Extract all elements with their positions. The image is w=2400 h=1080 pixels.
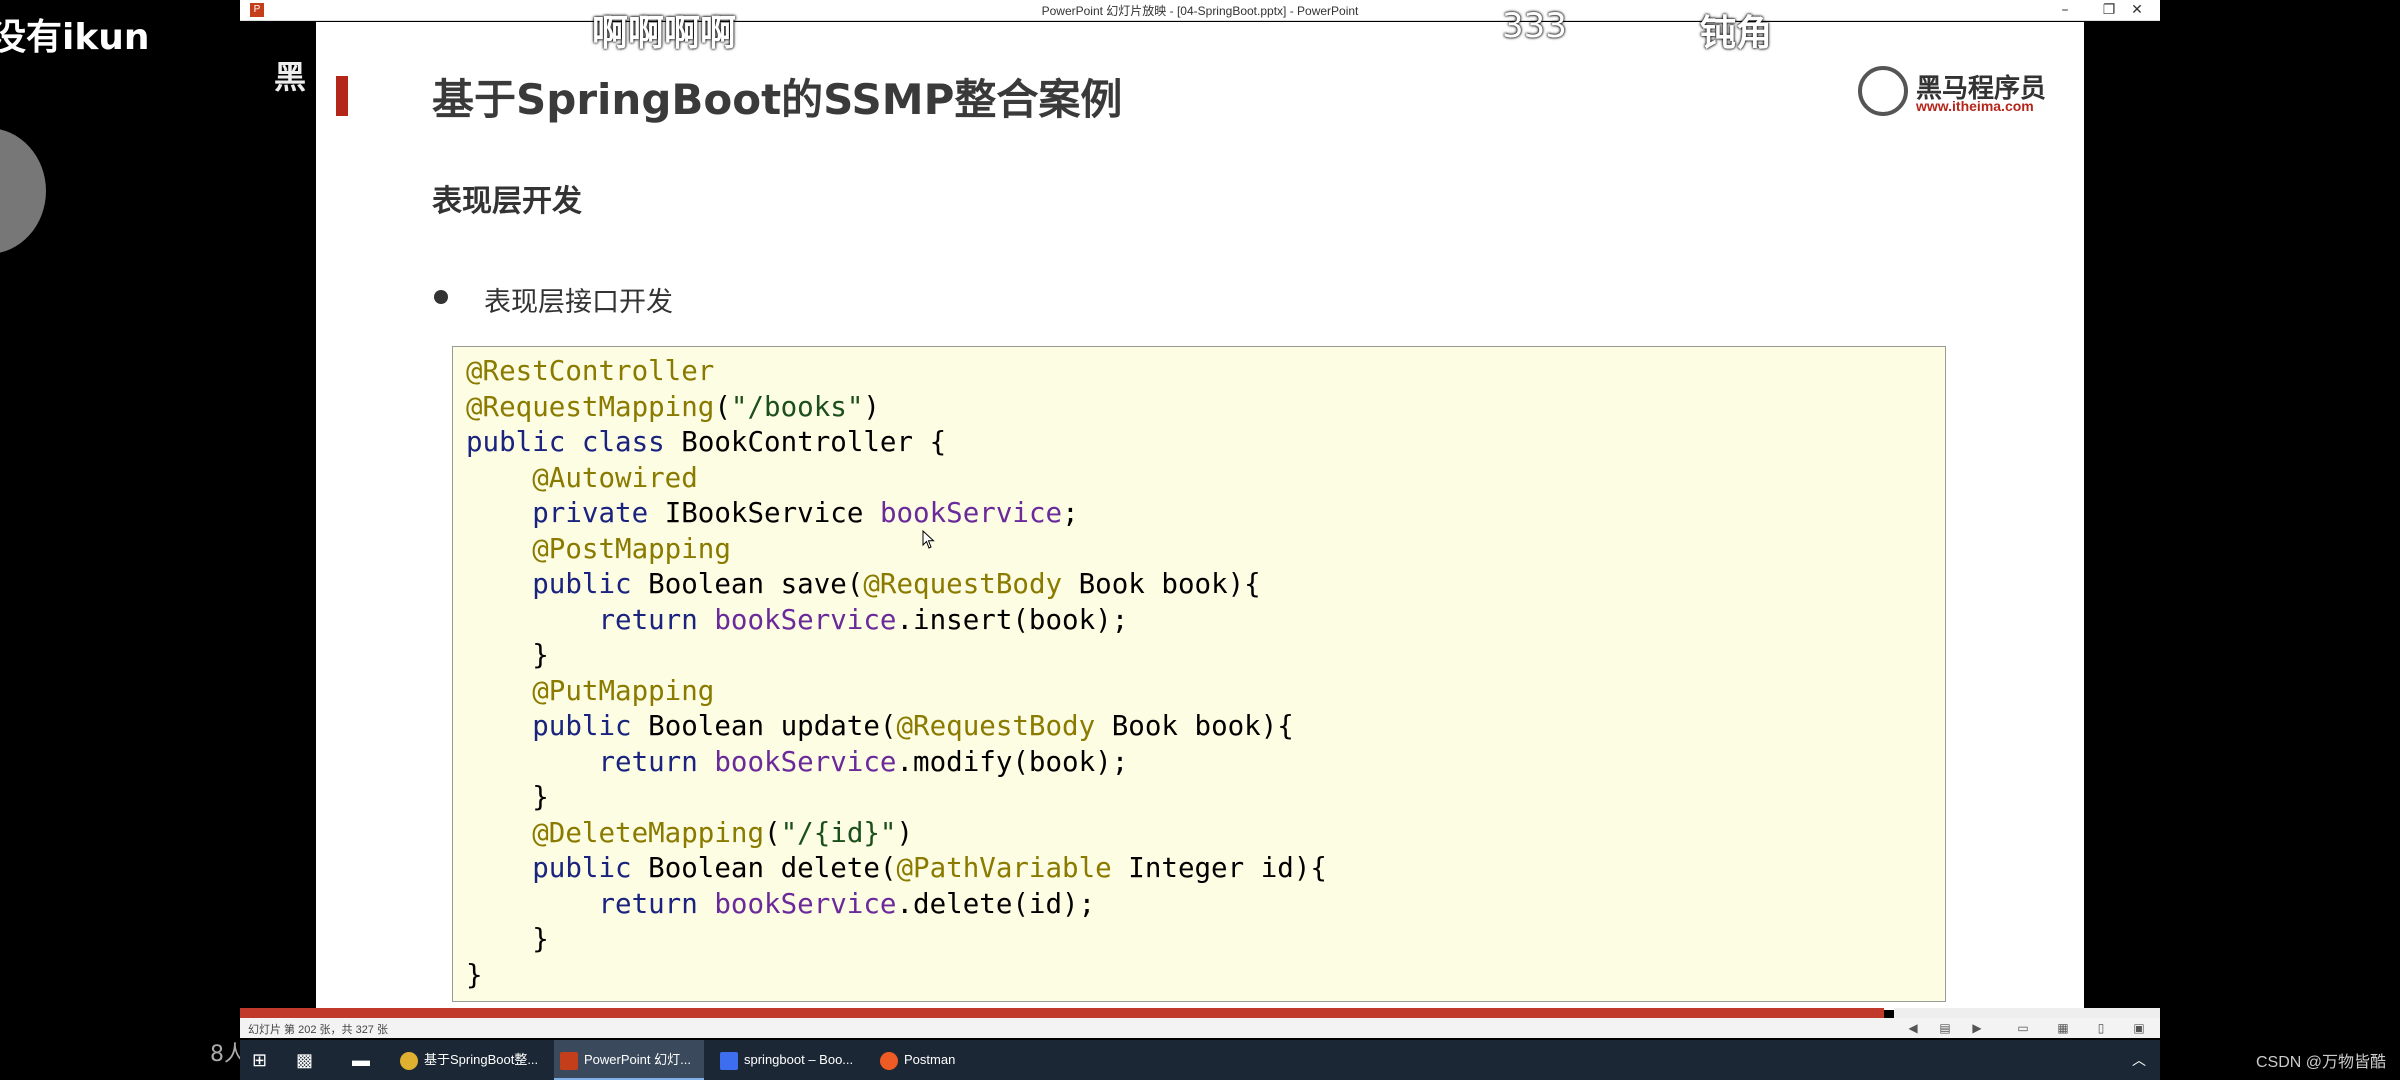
slide-sorter-icon[interactable]: ▦: [2056, 1021, 2070, 1035]
danmaku-3: 钝角: [1700, 13, 1773, 54]
start-button[interactable]: ⊞: [252, 1040, 276, 1080]
close-button[interactable]: ✕: [2114, 0, 2160, 20]
code-line: @RequestMapping("/books"): [466, 390, 880, 423]
section-heading: 表现层开发: [432, 184, 582, 219]
reading-view-icon[interactable]: ▯: [2094, 1021, 2108, 1035]
code-line: public Boolean save(@RequestBody Book bo…: [532, 568, 1261, 600]
mouse-cursor-icon: [922, 530, 935, 549]
slide-progress-bar: [240, 1008, 1884, 1018]
code-line: return bookService.insert(book);: [598, 603, 1129, 636]
slide-title: 基于SpringBoot的SSMP整合案例: [432, 75, 1123, 124]
watermark: CSDN @万物皆酷: [2255, 1054, 2386, 1071]
slide-progress-track: [1894, 1008, 2160, 1018]
normal-view-icon[interactable]: ▭: [2016, 1021, 2030, 1035]
code-line: }: [466, 923, 549, 955]
bullet-text: 表现层接口开发: [484, 287, 673, 318]
code-line: @PostMapping: [532, 532, 731, 565]
code-line: @Autowired: [532, 461, 698, 494]
avatar: [0, 128, 46, 254]
previous-slide-icon[interactable]: ◀: [1906, 1021, 1920, 1035]
code-line: }: [466, 639, 549, 671]
code-listing: @RestController @RequestMapping("/books")…: [466, 354, 1327, 993]
slideshow-icon[interactable]: ▣: [2132, 1021, 2146, 1035]
menu-icon[interactable]: ▤: [1938, 1021, 1952, 1035]
file-explorer-icon[interactable]: ▬: [352, 1040, 376, 1080]
code-line: }: [466, 781, 549, 813]
postman-icon: [880, 1051, 898, 1070]
app-grid-icon[interactable]: ▩: [296, 1040, 320, 1080]
minimize-button[interactable]: –: [2042, 0, 2088, 20]
status-bar: [240, 1018, 2160, 1038]
title-accent-bar: [336, 76, 348, 116]
next-slide-icon[interactable]: ▶: [1970, 1021, 1984, 1035]
danmaku-2: 333: [1502, 6, 1567, 46]
chrome-icon: [400, 1051, 418, 1070]
intellij-icon: [720, 1051, 738, 1070]
code-line: }: [466, 958, 483, 991]
bullet-icon: [434, 290, 448, 304]
code-line: public class BookController {: [466, 426, 947, 458]
taskbar-item-powerpoint[interactable]: PowerPoint 幻灯...: [554, 1040, 704, 1080]
code-line: return bookService.delete(id);: [598, 887, 1096, 920]
code-line: @PutMapping: [532, 674, 715, 707]
danmaku-top-left: 没有ikun: [0, 17, 150, 58]
window-title: PowerPoint 幻灯片放映 - [04-SpringBoot.pptx] …: [1041, 4, 1359, 18]
chevron-up-icon[interactable]: ︿: [2132, 1040, 2156, 1080]
code-line: public Boolean update(@RequestBody Book …: [532, 710, 1294, 742]
taskbar-item-chrome[interactable]: 基于SpringBoot整...: [394, 1040, 544, 1080]
horse-logo-icon: [1858, 66, 1908, 116]
powerpoint-icon: [560, 1051, 578, 1070]
code-line: @RestController: [466, 355, 715, 387]
code-line: public Boolean delete(@PathVariable Inte…: [532, 852, 1327, 884]
danmaku-4: 黑: [274, 58, 307, 96]
code-line: return bookService.modify(book);: [598, 745, 1129, 778]
slide-counter: 幻灯片 第 202 张，共 327 张: [248, 1024, 388, 1036]
code-line: private IBookService bookService;: [532, 497, 1079, 529]
window-titlebar: P PowerPoint 幻灯片放映 - [04-SpringBoot.pptx…: [240, 0, 2160, 21]
taskbar-item-postman[interactable]: Postman: [874, 1040, 1024, 1080]
danmaku-1: 啊啊啊啊: [592, 13, 737, 54]
logo-url: www.itheima.com: [1916, 98, 2034, 114]
code-line: @DeleteMapping("/{id}"): [532, 816, 914, 849]
taskbar-item-intellij[interactable]: springboot – Boo...: [714, 1040, 864, 1080]
